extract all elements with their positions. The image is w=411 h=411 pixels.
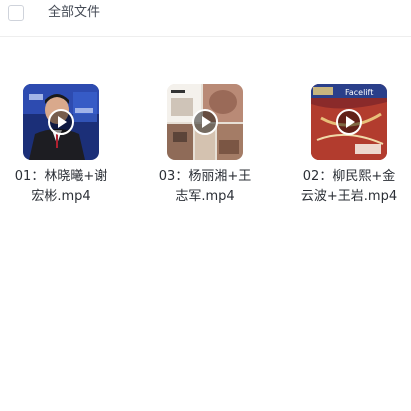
file-item-video-01[interactable]: 01：林晓曦+谢宏彬.mp4 [6,80,116,207]
file-item-video-03[interactable]: 03：杨丽湘+王志军.mp4 [150,80,260,207]
select-all-checkbox[interactable] [8,5,24,21]
video-thumbnail[interactable] [167,84,243,160]
thumb-text: Facelift [345,88,373,97]
file-name[interactable]: 03：杨丽湘+王志军.mp4 [150,167,260,207]
video-thumbnail[interactable]: Facelift [311,84,387,160]
breadcrumb-all-files[interactable]: 全部文件 [48,5,100,21]
video-thumbnail[interactable] [23,84,99,160]
file-name[interactable]: 01：林晓曦+谢宏彬.mp4 [6,167,116,207]
file-list-header: 全部文件 [0,0,411,37]
file-item-video-02[interactable]: Facelift 02：柳民熙+金云波+王岩.mp4 [294,80,404,207]
play-icon[interactable] [192,109,218,135]
play-icon[interactable] [336,109,362,135]
play-icon[interactable] [48,109,74,135]
file-name[interactable]: 02：柳民熙+金云波+王岩.mp4 [294,167,404,207]
